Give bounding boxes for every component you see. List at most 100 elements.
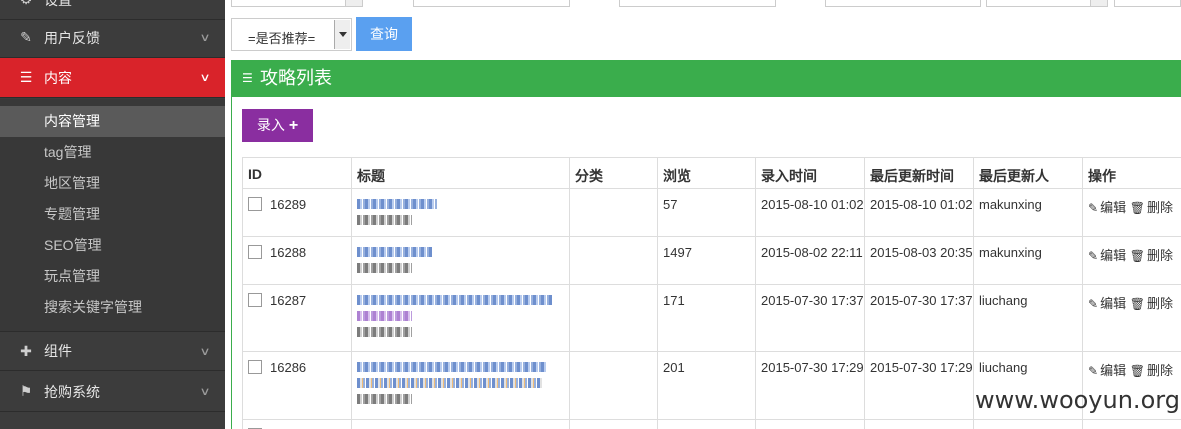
edit-link[interactable]: ✎ 编辑 [1088,200,1126,215]
title-link-continued[interactable] [357,378,542,388]
column-header-views[interactable]: 浏览 [657,158,755,188]
row-checkbox[interactable] [248,360,262,374]
column-header-updated[interactable]: 最后更新时间 [864,158,973,188]
table-row [242,420,1181,429]
row-checkbox[interactable] [248,197,262,211]
row-id: 16288 [270,245,307,260]
views-cell: 171 [657,285,755,351]
row-checkbox[interactable] [248,245,262,259]
trash-icon: 🗑 [1129,201,1145,215]
delete-link[interactable]: 🗑 删除 [1130,296,1173,311]
actions-cell [1082,420,1181,429]
chevron-down-icon[interactable] [334,20,350,49]
created-cell: 2015-07-30 17:29 [755,352,864,419]
pencil-icon: ✎ [20,29,32,45]
title-cell[interactable] [351,189,569,236]
category-cell [569,189,657,236]
delete-label: 删除 [1146,248,1173,263]
sidebar-item-label: 内容 [44,69,72,86]
updater-cell: makunxing [973,189,1082,236]
list-icon: ☰ [19,69,33,85]
id-cell: 16287 [242,285,351,351]
submenu-item-content-manage[interactable]: 内容管理 [0,106,225,137]
column-header-title[interactable]: 标题 [351,158,569,188]
title-cell[interactable] [351,285,569,351]
updated-cell: 2015-07-30 17:29 [864,352,973,419]
table-row: 16287 171 2015-07-30 17:37 2015-07-30 17… [242,285,1181,352]
filter-select-arrow-stub[interactable] [345,0,363,7]
filter-input-stub[interactable] [986,0,1106,7]
row-id: 16287 [270,293,307,308]
sidebar-item-feedback[interactable]: ✎ 用户反馈 ∨ [0,18,225,58]
edit-link[interactable]: ✎ 编辑 [1088,248,1126,263]
created-cell: 2015-08-02 22:11 [755,237,864,284]
title-link-continued[interactable] [357,311,412,321]
sidebar-item-settings[interactable]: ⚙ 设置 [0,0,225,20]
submenu-item-play-manage[interactable]: 玩点管理 [0,261,225,292]
settings-icon: ⚙ [16,0,36,8]
trash-icon: 🗑 [1129,297,1145,311]
sidebar-item-widgets[interactable]: ✚ 组件 ∨ [0,331,225,371]
table-row: 16288 1497 2015-08-02 22:11 2015-08-03 2… [242,237,1181,285]
actions-cell: ✎ 编辑 🗑 删除 [1082,237,1181,284]
sidebar-item-label: 组件 [44,343,72,359]
column-header-actions: 操作 [1082,158,1181,188]
delete-link[interactable]: 🗑 删除 [1130,363,1173,378]
delete-label: 删除 [1146,296,1173,311]
column-header-updater[interactable]: 最后更新人 [973,158,1082,188]
title-cell[interactable] [351,237,569,284]
title-link[interactable] [357,199,437,209]
filter-input-stub[interactable] [1114,0,1181,7]
delete-link[interactable]: 🗑 删除 [1130,200,1173,215]
submenu-item-topic-manage[interactable]: 专题管理 [0,199,225,230]
row-checkbox[interactable] [248,293,262,307]
filter-input-stub[interactable] [825,0,981,7]
column-header-category[interactable]: 分类 [569,158,657,188]
category-cell [569,285,657,351]
id-cell: 16286 [242,352,351,419]
title-link[interactable] [357,247,432,257]
column-header-created[interactable]: 录入时间 [755,158,864,188]
add-button[interactable]: 录入 + [242,109,313,142]
delete-label: 删除 [1146,363,1173,378]
filter-input-stub[interactable] [619,0,776,7]
query-button[interactable]: 查询 [356,17,412,51]
updated-cell [864,420,973,429]
delete-link[interactable]: 🗑 删除 [1130,248,1173,263]
edit-icon: ✎ [1088,364,1099,378]
edit-label: 编辑 [1100,296,1127,311]
filter-select-arrow-stub[interactable] [1090,0,1108,7]
sidebar-item-label: 设置 [44,0,72,10]
edit-label: 编辑 [1100,248,1127,263]
submenu-item-tag-manage[interactable]: tag管理 [0,137,225,168]
created-cell: 2015-07-30 17:37 [755,285,864,351]
updater-cell: liuchang [973,285,1082,351]
title-subtext [357,327,412,337]
updater-cell: makunxing [973,237,1082,284]
edit-link[interactable]: ✎ 编辑 [1088,296,1126,311]
submenu-item-keyword-manage[interactable]: 搜索关键字管理 [0,292,225,323]
sidebar-item-flash-sale[interactable]: ⚑ 抢购系统 ∨ [0,372,225,412]
title-cell[interactable] [351,352,569,419]
title-link[interactable] [357,295,552,305]
recommend-select[interactable]: =是否推荐= [231,18,352,51]
submenu-item-seo-manage[interactable]: SEO管理 [0,230,225,261]
filter-input-stub[interactable] [413,0,570,7]
trash-icon: 🗑 [1129,364,1145,378]
views-cell: 201 [657,352,755,419]
updated-cell: 2015-08-10 01:02 [864,189,973,236]
filter-input-stub[interactable] [231,0,352,7]
list-icon: ☰ [242,71,253,85]
sidebar-item-content[interactable]: ☰ 内容 ∨ [0,58,225,98]
column-header-id[interactable]: ID [242,158,351,188]
sidebar: ⚙ 设置 ✎ 用户反馈 ∨ ☰ 内容 ∨ 内容管理 tag管理 地区管理 专题管… [0,0,225,429]
title-subtext [357,215,412,225]
title-subtext [357,263,412,273]
edit-label: 编辑 [1100,200,1127,215]
submenu-item-region-manage[interactable]: 地区管理 [0,168,225,199]
title-cell[interactable] [351,420,569,429]
title-link[interactable] [357,362,547,372]
edit-link[interactable]: ✎ 编辑 [1088,363,1126,378]
views-cell [657,420,755,429]
edit-icon: ✎ [1088,297,1099,311]
